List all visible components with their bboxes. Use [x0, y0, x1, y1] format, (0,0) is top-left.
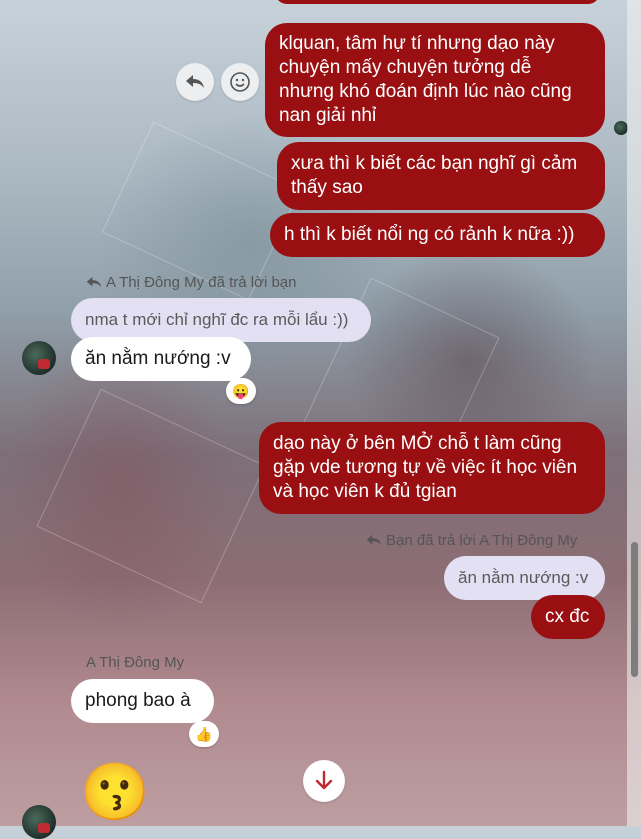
message-bubble-sent[interactable]: klquan, tâm hự tí nhưng dạo này chuyện m…	[265, 23, 605, 137]
message-line: gặp vde tương tự về việc ít học viên	[273, 457, 578, 478]
scrollbar-thumb[interactable]	[631, 542, 638, 677]
quoted-message[interactable]: nma t mới chỉ nghĩ đc ra mỗi lẩu :))	[71, 298, 371, 342]
message-line: và học viên k đủ tgian	[273, 481, 457, 502]
quoted-message[interactable]: ăn nằm nướng :v	[444, 556, 605, 600]
scrollbar-track[interactable]	[627, 0, 641, 826]
reply-arrow-icon	[186, 75, 204, 88]
message-text: phong bao à	[85, 690, 191, 711]
message-line: xưa thì k biết các bạn nghĩ gì cảm	[291, 153, 578, 174]
reply-arrow-icon	[86, 276, 102, 288]
big-emoji-message[interactable]: 😗	[80, 760, 150, 824]
arrow-down-icon	[315, 770, 333, 790]
message-bubble-sent[interactable]	[275, 0, 600, 4]
scroll-to-bottom-button[interactable]	[303, 760, 345, 802]
message-line: chuyện mấy chuyện tưởng dễ	[279, 57, 532, 78]
reaction-badge[interactable]: 😛	[226, 378, 256, 404]
background-decoration	[36, 388, 266, 604]
reply-label-text: A Thị Đông My đã trả lời bạn	[106, 274, 297, 291]
message-line: thấy sao	[291, 177, 363, 198]
message-line: klquan, tâm hự tí nhưng dạo này	[279, 33, 555, 54]
tongue-emoji-icon: 😛	[232, 382, 250, 399]
quoted-text: ăn nằm nướng :v	[458, 568, 589, 587]
thumbs-up-emoji-icon: 👍	[195, 725, 213, 742]
message-text: ăn nằm nướng :v	[85, 348, 231, 369]
reaction-badge[interactable]: 👍	[189, 721, 219, 747]
seen-avatar	[614, 121, 628, 135]
message-text: cx đc	[545, 606, 590, 627]
smiley-icon	[230, 72, 250, 92]
reply-arrow-icon	[366, 534, 382, 546]
quoted-text: nma t mới chỉ nghĩ đc ra mỗi lẩu :))	[85, 310, 349, 329]
contact-avatar[interactable]	[22, 805, 56, 839]
message-line: nan giải nhỉ	[279, 105, 377, 126]
reply-label: Bạn đã trả lời A Thị Đông My	[366, 532, 577, 549]
message-bubble-received[interactable]: phong bao à	[71, 679, 214, 723]
message-text: h thì k biết nổi ng có rảnh k nữa :))	[284, 224, 575, 245]
contact-avatar[interactable]	[22, 341, 56, 375]
message-bubble-received[interactable]: ăn nằm nướng :v	[71, 337, 251, 381]
message-line: nhưng khó đoán định lúc nào cũng	[279, 81, 572, 102]
message-bubble-sent[interactable]: h thì k biết nổi ng có rảnh k nữa :))	[270, 213, 605, 257]
sender-name: A Thị Đông My	[86, 654, 185, 671]
react-button[interactable]	[221, 63, 259, 101]
message-line: dạo này ở bên MỞ chỗ t làm cũng	[273, 433, 562, 454]
reply-label-text: Bạn đã trả lời A Thị Đông My	[386, 532, 578, 549]
message-bubble-sent[interactable]: dạo này ở bên MỞ chỗ t làm cũng gặp vde …	[259, 422, 605, 514]
reply-label: A Thị Đông My đã trả lời bạn	[86, 274, 297, 291]
message-bubble-sent[interactable]: cx đc	[531, 595, 605, 639]
message-bubble-sent[interactable]: xưa thì k biết các bạn nghĩ gì cảm thấy …	[277, 142, 605, 210]
reply-button[interactable]	[176, 63, 214, 101]
